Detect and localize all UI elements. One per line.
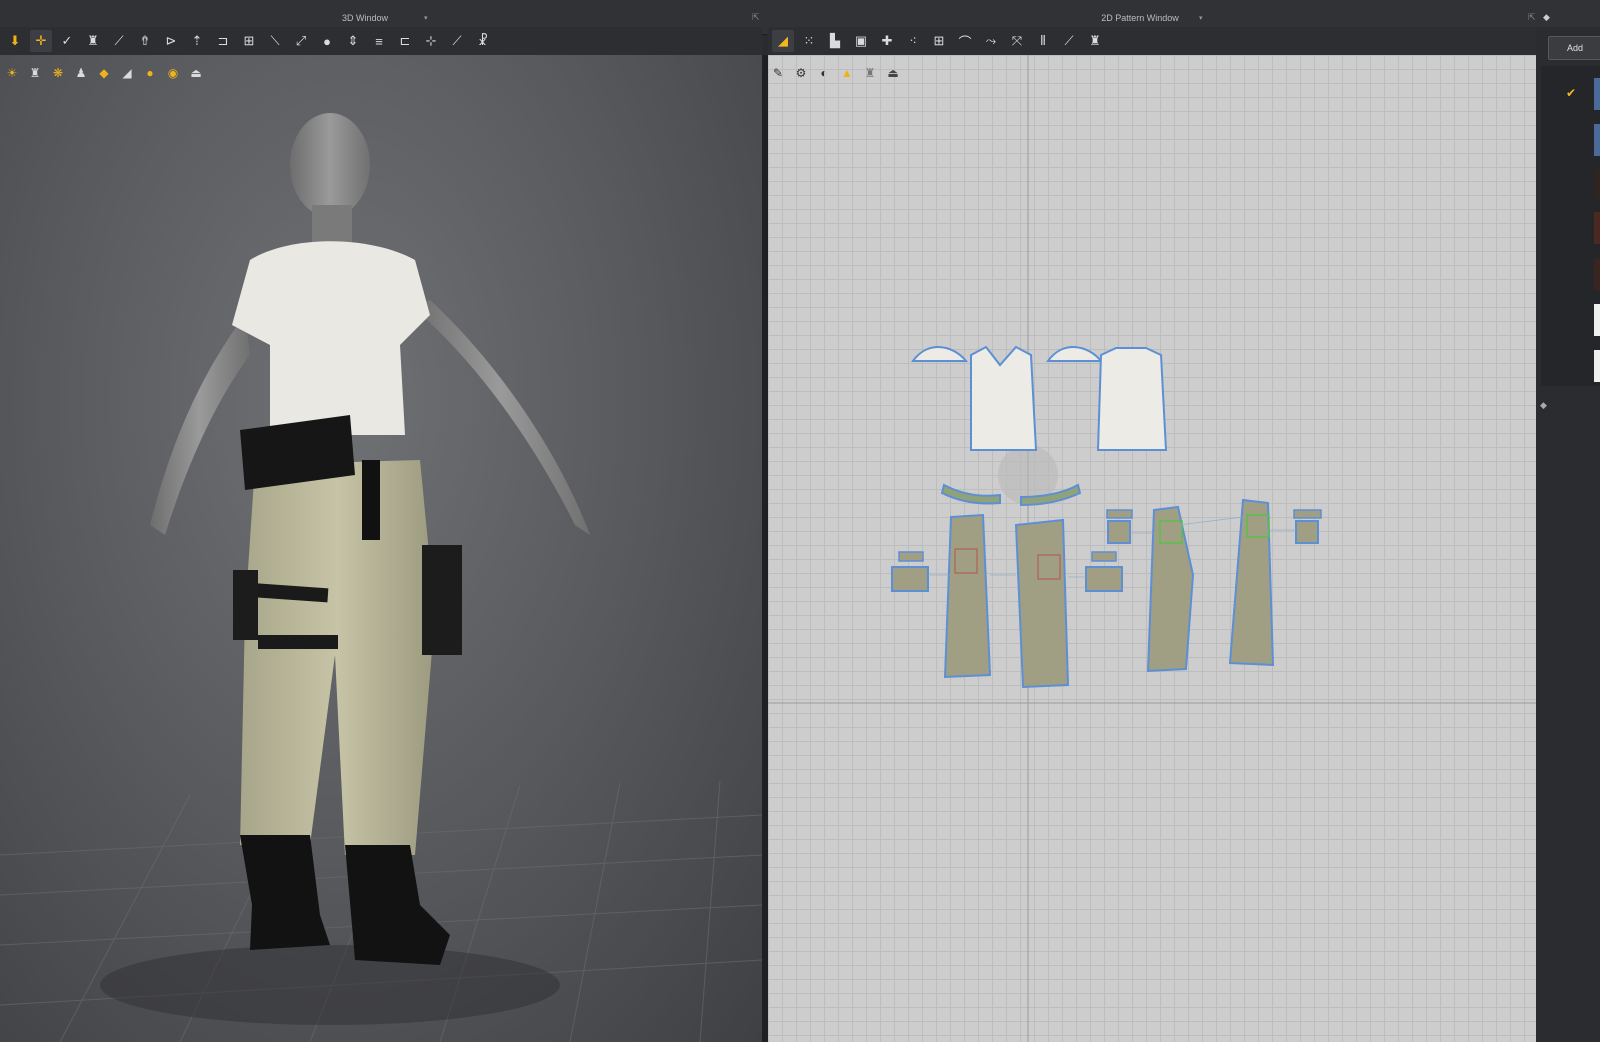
points-icon[interactable]: ⁙ bbox=[798, 30, 820, 52]
pin-icon[interactable]: ⇡ bbox=[186, 30, 208, 52]
holster-right bbox=[422, 545, 462, 655]
grid-icon[interactable]: ⊞ bbox=[928, 30, 950, 52]
dropdown-arrow-icon[interactable]: ▾ bbox=[1199, 14, 1203, 22]
internal-shape-icon[interactable]: ▣ bbox=[850, 30, 872, 52]
avatar-head bbox=[290, 113, 370, 217]
measure-icon[interactable]: ⟋ bbox=[1058, 30, 1080, 52]
scene-render bbox=[0, 113, 762, 1042]
holster-left bbox=[233, 570, 258, 640]
check-icon[interactable]: ✔ bbox=[1566, 86, 1576, 100]
pattern-flap[interactable] bbox=[898, 551, 924, 562]
left-boot bbox=[240, 835, 330, 950]
move-icon[interactable]: ⬇ bbox=[4, 30, 26, 52]
pattern-sleeve[interactable] bbox=[911, 346, 969, 362]
pattern-belt-loop[interactable] bbox=[1107, 520, 1131, 544]
bar-icon[interactable]: ⊏ bbox=[394, 30, 416, 52]
pattern-sleeve[interactable] bbox=[1046, 346, 1104, 362]
fabric-swatch[interactable] bbox=[1594, 258, 1600, 290]
toolbar-2d: ◢ ⁙ ▙ ▣ ✚ ⁖ ⊞ ⌒ ⤳ ⤧ ⦀ ⟋ ♜ bbox=[768, 27, 1536, 55]
detach-icon[interactable]: ⇱ bbox=[752, 12, 760, 23]
pattern-canvas bbox=[768, 55, 1536, 1042]
fabric-swatch[interactable] bbox=[1594, 78, 1600, 110]
fabric-swatch[interactable] bbox=[1594, 212, 1600, 244]
pants bbox=[240, 460, 435, 855]
tack-icon[interactable]: ⊳ bbox=[160, 30, 182, 52]
fabric-swatch[interactable] bbox=[1594, 168, 1600, 200]
right-boot bbox=[345, 845, 450, 965]
viewport-2d[interactable]: ✎ ⚙ ◐ ▲ ♜ ⏏ bbox=[768, 55, 1536, 1042]
toolbar-3d: ⬇ ✛ ✓ ♜ ⟋ ⇮ ⊳ ⇡ ⊐ ⊞ ⟍ ⤢ ● ⇕ ≡ ⊏ ⊹ ⟋ ☧ bbox=[0, 27, 762, 55]
tape-icon[interactable]: ≡ bbox=[368, 30, 390, 52]
grain-icon[interactable]: ✚ bbox=[876, 30, 898, 52]
select-icon[interactable]: ✛ bbox=[30, 30, 52, 52]
pen-icon[interactable]: ✓ bbox=[56, 30, 78, 52]
shirt bbox=[232, 241, 430, 435]
measure-icon[interactable]: ⇕ bbox=[342, 30, 364, 52]
line-icon[interactable]: ⟋ bbox=[108, 30, 130, 52]
pattern-belt-loop[interactable] bbox=[1295, 520, 1319, 544]
curve-icon[interactable]: ⌒ bbox=[954, 30, 976, 52]
pattern-shirt-back[interactable] bbox=[1096, 347, 1168, 451]
transform-icon[interactable]: ⤢ bbox=[290, 30, 312, 52]
pattern-pants-back[interactable] bbox=[1228, 498, 1275, 667]
left-arm bbox=[150, 315, 250, 535]
avatar-shadow bbox=[100, 945, 560, 1025]
brush-icon[interactable]: ⟋ bbox=[446, 30, 468, 52]
pattern-flap[interactable] bbox=[1293, 509, 1322, 519]
add-button[interactable]: Add bbox=[1548, 36, 1600, 60]
fold-icon[interactable]: ⇮ bbox=[134, 30, 156, 52]
thigh-strap bbox=[258, 635, 338, 649]
sew-icon[interactable]: ⁖ bbox=[902, 30, 924, 52]
pattern-pants-front[interactable] bbox=[1014, 518, 1070, 689]
pattern-shirt-front[interactable] bbox=[970, 345, 1038, 451]
pattern-flap[interactable] bbox=[1091, 551, 1117, 562]
pattern-waistband[interactable] bbox=[940, 483, 1001, 505]
viewport-3d[interactable]: ☀ ♜ ❋ ♟ ◆ ◢ ● ◉ ⏏ bbox=[0, 55, 762, 1042]
split-icon[interactable]: ⊹ bbox=[420, 30, 442, 52]
hang-icon[interactable]: ⊐ bbox=[212, 30, 234, 52]
pattern-select-icon[interactable]: ◢ bbox=[772, 30, 794, 52]
right-arm bbox=[410, 300, 590, 535]
dropdown-arrow-icon[interactable]: ▾ bbox=[424, 14, 428, 22]
pattern-pants-back[interactable] bbox=[1146, 505, 1195, 673]
shirt-icon[interactable]: ♜ bbox=[1084, 30, 1106, 52]
fabric-swatch[interactable] bbox=[1594, 124, 1600, 156]
rectangle-icon[interactable]: ▙ bbox=[824, 30, 846, 52]
bars-icon[interactable]: ⦀ bbox=[1032, 30, 1054, 52]
stitch-icon[interactable]: ⤧ bbox=[1006, 30, 1028, 52]
pattern-flap[interactable] bbox=[1106, 509, 1133, 519]
avatar-pose-icon[interactable]: ☧ bbox=[472, 30, 494, 52]
fabric-swatch[interactable] bbox=[1594, 304, 1600, 336]
garment-icon[interactable]: ♜ bbox=[82, 30, 104, 52]
holster-gun bbox=[362, 460, 380, 540]
pattern-cargo-pocket[interactable] bbox=[891, 566, 929, 592]
edit-icon[interactable]: ⟍ bbox=[264, 30, 286, 52]
expand-arrow-icon[interactable]: ◆ bbox=[1540, 400, 1547, 411]
fold-icon[interactable]: ⤳ bbox=[980, 30, 1002, 52]
pattern-cargo-pocket[interactable] bbox=[1085, 566, 1123, 592]
pattern-pants-front[interactable] bbox=[943, 513, 992, 679]
fabric-list bbox=[1541, 66, 1600, 386]
point-icon[interactable]: ● bbox=[316, 30, 338, 52]
detach-icon[interactable]: ⇱ bbox=[1528, 12, 1536, 23]
grid-icon[interactable]: ⊞ bbox=[238, 30, 260, 52]
fabric-swatch[interactable] bbox=[1594, 350, 1600, 382]
pin-window-icon[interactable]: ◆ bbox=[1543, 12, 1550, 23]
